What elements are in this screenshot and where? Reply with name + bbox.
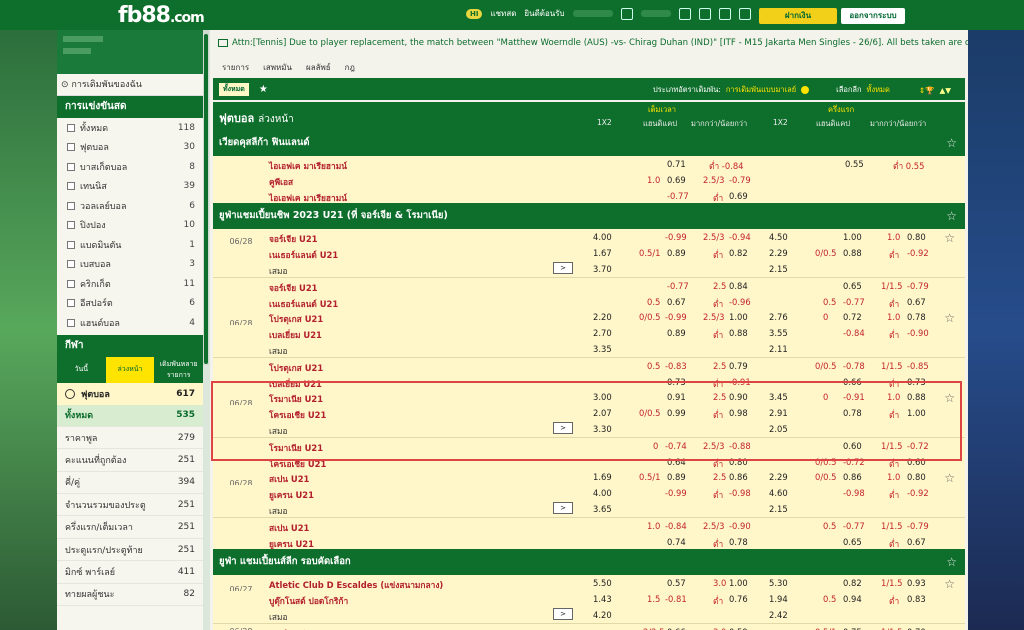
sidebar-item-market[interactable]: จำนวนรวมของประตู 251	[57, 494, 203, 517]
sport-header: กีฬา	[57, 334, 203, 357]
info-icon[interactable]	[801, 86, 810, 94]
logo[interactable]: fb88.com	[118, 3, 205, 28]
sidebar-item-sport[interactable]: ฟุตบอล 30	[57, 138, 203, 158]
sidebar-item-market[interactable]: ครึ่งแรก/เต็มเวลา 251	[57, 516, 203, 539]
sidebar: ⊙ การเดิมพันของฉัน การแข่งขันสด ทั้งหมด 1…	[57, 30, 204, 630]
checkbox[interactable]	[67, 299, 75, 308]
tab-results[interactable]: ผลลัพธ์	[306, 61, 331, 74]
tab-rules[interactable]: กฎ	[345, 61, 355, 74]
refresh-icon[interactable]	[678, 7, 691, 20]
checkbox[interactable]	[67, 260, 75, 269]
sidebar-item-sport[interactable]: เทนนิส 39	[57, 177, 203, 197]
sidebar-scrollbar[interactable]	[203, 30, 209, 365]
favorite-star-icon[interactable]: ★	[259, 84, 268, 95]
live-header: การแข่งขันสด	[57, 96, 203, 118]
main-tabs: รายการ เสพหมัน ผลลัพธ์ กฎ	[222, 61, 355, 74]
left-banner	[0, 30, 57, 630]
sidebar-item-market[interactable]: ทั้งหมด 535	[57, 404, 203, 427]
sidebar-tabs: วันนี้ ล่วงหน้า เดิมพันหลายรายการ	[57, 356, 204, 383]
balance-blur	[640, 10, 671, 17]
sort-icon[interactable]: ⇕🏆	[919, 86, 935, 95]
tab-today[interactable]: วันนี้	[57, 356, 106, 383]
sidebar-item-market[interactable]: ประตูแรก/ประตูท้าย 251	[57, 539, 203, 562]
filter-all[interactable]: ทั้งหมด	[219, 82, 249, 96]
expand-button[interactable]: >	[553, 501, 573, 514]
checkbox[interactable]	[67, 201, 75, 210]
history-icon[interactable]	[698, 7, 711, 20]
sidebar-item-market[interactable]: คี่/คู่ 394	[57, 472, 203, 495]
league-header[interactable]: ยูฟ่าแชมเปี้ยนชิพ 2023 U21 (ที่ จอร์เจีย…	[213, 203, 965, 230]
updown-icon[interactable]: ▲▼	[940, 86, 952, 95]
sport-football[interactable]: ฟุตบอล 617	[57, 382, 203, 405]
top-bar: fb88.com HI แชทสด ยินดีต้อนรับ ฝากเงิน ออ…	[0, 0, 1024, 30]
tab-early[interactable]: ล่วงหน้า	[105, 356, 155, 383]
mail-icon	[218, 39, 228, 47]
sidebar-item-market[interactable]: มิกซ์ พาร์เลย์ 411	[57, 561, 203, 584]
checkbox[interactable]	[67, 318, 75, 327]
sidebar-item-sport[interactable]: อีสปอร์ต 6	[57, 294, 203, 314]
sidebar-item-sport[interactable]: ปิงปอง 10	[57, 216, 203, 236]
sidebar-item-sport[interactable]: บาสเก็ตบอล 8	[57, 157, 203, 177]
username-blur	[572, 10, 613, 17]
right-banner	[967, 30, 1024, 630]
user-box	[57, 30, 203, 74]
tab-parlay[interactable]: เดิมพันหลายรายการ	[154, 356, 204, 383]
checkbox[interactable]	[67, 182, 75, 191]
checkbox[interactable]	[67, 240, 75, 249]
sidebar-item-sport[interactable]: ทั้งหมด 118	[57, 118, 203, 138]
table-header: ฟุตบอล ล่วงหน้า เต็มเวลา ครึ่งแรก 1X2 แฮน…	[213, 102, 965, 130]
sidebar-item-sport[interactable]: เบสบอล 3	[57, 255, 203, 275]
expand-button[interactable]: >	[553, 607, 573, 620]
sidebar-item-sport[interactable]: วอลเลย์บอล 6	[57, 196, 203, 216]
checkbox[interactable]	[67, 162, 75, 171]
highlight-box	[211, 381, 962, 461]
league-select[interactable]: ทั้งหมด	[867, 84, 890, 96]
league-header[interactable]: เวียดคุสลีก้า ฟินแลนด์ ☆	[213, 130, 965, 156]
list-icon[interactable]	[738, 7, 751, 20]
deposit-button[interactable]: ฝากเงิน	[759, 8, 837, 24]
chat-label[interactable]: แชทสด	[490, 7, 516, 20]
sidebar-item-market[interactable]: ทายผลผู้ชนะ 82	[57, 584, 203, 607]
checkbox[interactable]	[67, 279, 75, 288]
main-panel: Attn:[Tennis] Due to player replacement,…	[210, 30, 968, 630]
sidebar-item-market[interactable]: คะแนนที่ถูกต้อง 251	[57, 449, 203, 472]
sidebar-item-market[interactable]: ราคาพูล 279	[57, 427, 203, 450]
promo-icon[interactable]	[718, 7, 731, 20]
sidebar-item-sport[interactable]: แบดมินตัน 1	[57, 235, 203, 255]
checkbox[interactable]	[67, 221, 75, 230]
logout-button[interactable]: ออกจากระบบ	[841, 8, 905, 24]
announcement[interactable]: Attn:[Tennis] Due to player replacement,…	[210, 34, 968, 54]
page-title: ฟุตบอล ล่วงหน้า	[219, 112, 294, 125]
odds-type-select[interactable]: การเดิมพันแบบมาเลย์	[726, 84, 796, 96]
filter-bar: ทั้งหมด ★ ประเภทอัตราเดิมพัน: การเดิมพันแ…	[213, 78, 965, 100]
checkbox[interactable]	[67, 143, 75, 152]
checkbox[interactable]	[67, 123, 75, 132]
my-bets-link[interactable]: ⊙ การเดิมพันของฉัน	[57, 74, 203, 96]
sidebar-item-sport[interactable]: แฮนด์บอล 4	[57, 313, 203, 333]
expand-button[interactable]: >	[553, 261, 573, 274]
league-header[interactable]: ยูฟ่า แชมเปี้ยนส์ลีก รอบคัดเลือก ☆	[213, 549, 965, 576]
tab-live[interactable]: เสพหมัน	[263, 61, 292, 74]
wallet-icon[interactable]	[620, 7, 633, 20]
football-icon	[65, 388, 75, 399]
sidebar-item-sport[interactable]: คริกเก็ต 11	[57, 274, 203, 294]
top-right: HI แชทสด ยินดีต้อนรับ	[466, 7, 751, 20]
chat-button[interactable]: HI	[466, 8, 483, 19]
welcome-text: ยินดีต้อนรับ	[524, 9, 565, 18]
odds-grid: เวียดคุสลีก้า ฟินแลนด์ ☆ ไอเอฟเค มาเรียฮา…	[213, 130, 965, 630]
tab-list[interactable]: รายการ	[222, 61, 249, 74]
